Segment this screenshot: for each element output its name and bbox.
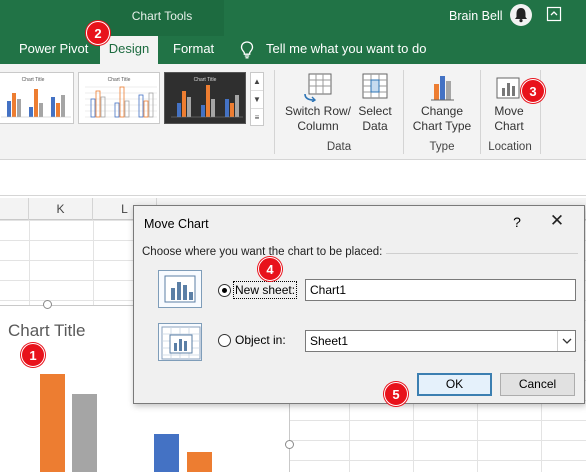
callout-2: 2: [86, 21, 110, 45]
help-icon[interactable]: ?: [509, 214, 525, 230]
close-icon[interactable]: ✕: [547, 211, 567, 231]
object-in-radio[interactable]: [218, 334, 231, 347]
ribbon: Chart Title Chart Title Chart Title ▲ ▼ …: [0, 64, 586, 160]
select-data-icon: [362, 73, 388, 99]
callout-1: 1: [21, 343, 45, 367]
object-in-chart-icon: [158, 323, 202, 361]
chart-style-thumb[interactable]: Chart Title: [164, 72, 246, 124]
chart-tools-label: Chart Tools: [131, 9, 193, 23]
formula-bar[interactable]: [0, 166, 586, 196]
object-in-label[interactable]: Object in:: [235, 333, 286, 347]
chevron-down-icon[interactable]: [557, 331, 575, 351]
ribbon-separator: [274, 70, 275, 154]
ribbon-separator: [403, 70, 404, 154]
chart-title[interactable]: Chart Title: [8, 321, 85, 341]
tab-power-pivot[interactable]: Power Pivot: [19, 37, 88, 64]
group-label-type: Type: [429, 141, 455, 153]
new-sheet-label[interactable]: New sheet:: [232, 281, 298, 299]
heading-rule: [386, 253, 578, 254]
move-chart-label-line1: Move: [494, 104, 524, 118]
move-chart-icon: [496, 77, 520, 99]
new-sheet-name-input[interactable]: Chart1: [305, 279, 576, 301]
change-chart-type-label-line2: Chart Type: [412, 119, 472, 133]
switch-row-column-label-line2: Column: [297, 119, 339, 133]
move-chart-dialog: Move Chart ? ✕ Choose where you want the…: [133, 205, 585, 404]
chart-bar-blue[interactable]: [154, 434, 179, 472]
chart-bar-orange[interactable]: [40, 374, 65, 472]
tell-me-search[interactable]: Tell me what you want to do: [266, 37, 426, 61]
tab-design[interactable]: Design: [100, 36, 158, 64]
ribbon-separator: [480, 70, 481, 154]
gallery-scroll[interactable]: ▲ ▼ ≡: [250, 72, 264, 126]
select-data-button[interactable]: Select Data: [355, 72, 395, 134]
chart-style-thumb[interactable]: Chart Title: [0, 72, 74, 124]
column-header-k[interactable]: K: [29, 198, 93, 220]
chart-bar-orange[interactable]: [187, 452, 212, 472]
resize-handle[interactable]: [285, 440, 294, 449]
select-data-label-line1: Select: [358, 104, 392, 118]
new-sheet-radio[interactable]: [218, 284, 231, 297]
gallery-more-icon[interactable]: ≡: [251, 109, 263, 127]
change-chart-type-button[interactable]: Change Chart Type: [410, 72, 474, 134]
dialog-heading: Choose where you want the chart to be pl…: [142, 246, 383, 258]
new-sheet-chart-icon: [158, 270, 202, 308]
dialog-title: Move Chart: [144, 217, 209, 231]
move-chart-label-line2: Chart: [494, 119, 524, 133]
group-label-location: Location: [488, 141, 532, 153]
object-in-select-value: Sheet1: [310, 334, 349, 348]
callout-3: 3: [521, 79, 545, 103]
object-in-select[interactable]: Sheet1: [305, 330, 576, 352]
chart-bar-gray[interactable]: [72, 394, 97, 472]
resize-handle[interactable]: [43, 300, 52, 309]
change-chart-type-label-line1: Change: [420, 104, 464, 118]
tab-format[interactable]: Format: [173, 37, 214, 64]
chart-styles-gallery: Chart Title Chart Title Chart Title: [0, 72, 248, 124]
column-header[interactable]: [0, 198, 29, 220]
ok-button[interactable]: OK: [417, 373, 492, 396]
switch-row-column-label-line1: Switch Row/: [284, 104, 352, 118]
change-chart-type-icon: [431, 76, 454, 101]
callout-4: 4: [258, 257, 282, 281]
callout-5: 5: [384, 382, 408, 406]
lightbulb-icon: [240, 41, 254, 59]
gallery-down-icon[interactable]: ▼: [251, 91, 263, 109]
gallery-up-icon[interactable]: ▲: [251, 73, 263, 91]
group-label-data: Data: [326, 141, 352, 153]
switch-row-column-button[interactable]: Switch Row/ Column: [283, 72, 353, 134]
select-data-label-line2: Data: [362, 119, 388, 133]
bell-icon[interactable]: [510, 4, 532, 26]
user-name[interactable]: Brain Bell: [449, 9, 503, 23]
chart-style-thumb[interactable]: Chart Title: [78, 72, 160, 124]
switch-row-column-icon: [304, 73, 332, 102]
ribbon-display-options-icon[interactable]: [546, 6, 562, 22]
cancel-button[interactable]: Cancel: [500, 373, 575, 396]
